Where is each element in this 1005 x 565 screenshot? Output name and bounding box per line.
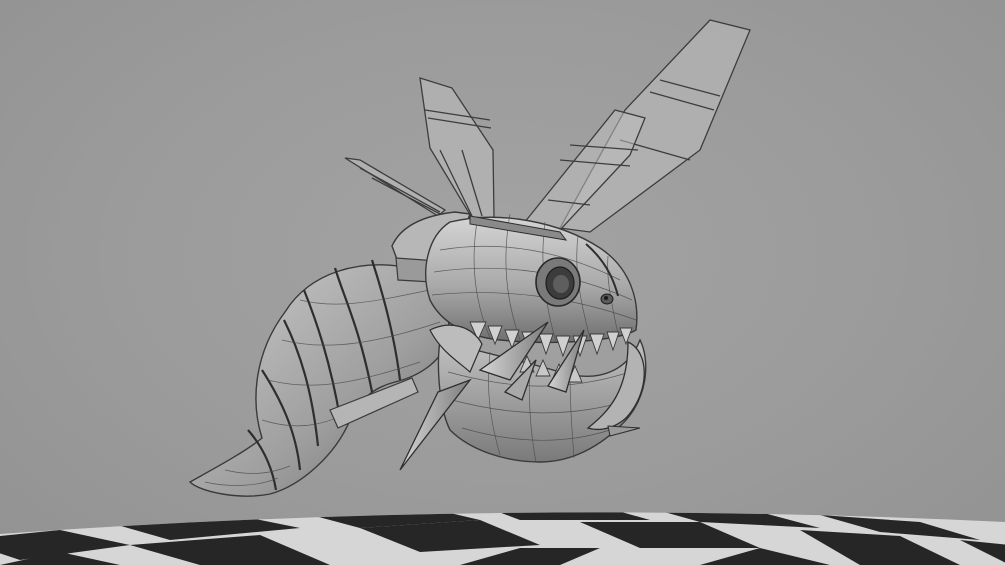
abdomen-tail (188, 259, 450, 497)
wing-left-back (344, 157, 447, 217)
eye (535, 257, 581, 307)
render-scene (0, 19, 1005, 565)
wing-left-front (419, 77, 495, 219)
wings (344, 19, 751, 233)
checker-floor (0, 512, 1005, 565)
3d-viewport[interactable] (0, 0, 1005, 565)
head (425, 213, 638, 344)
small-eye (600, 293, 614, 305)
